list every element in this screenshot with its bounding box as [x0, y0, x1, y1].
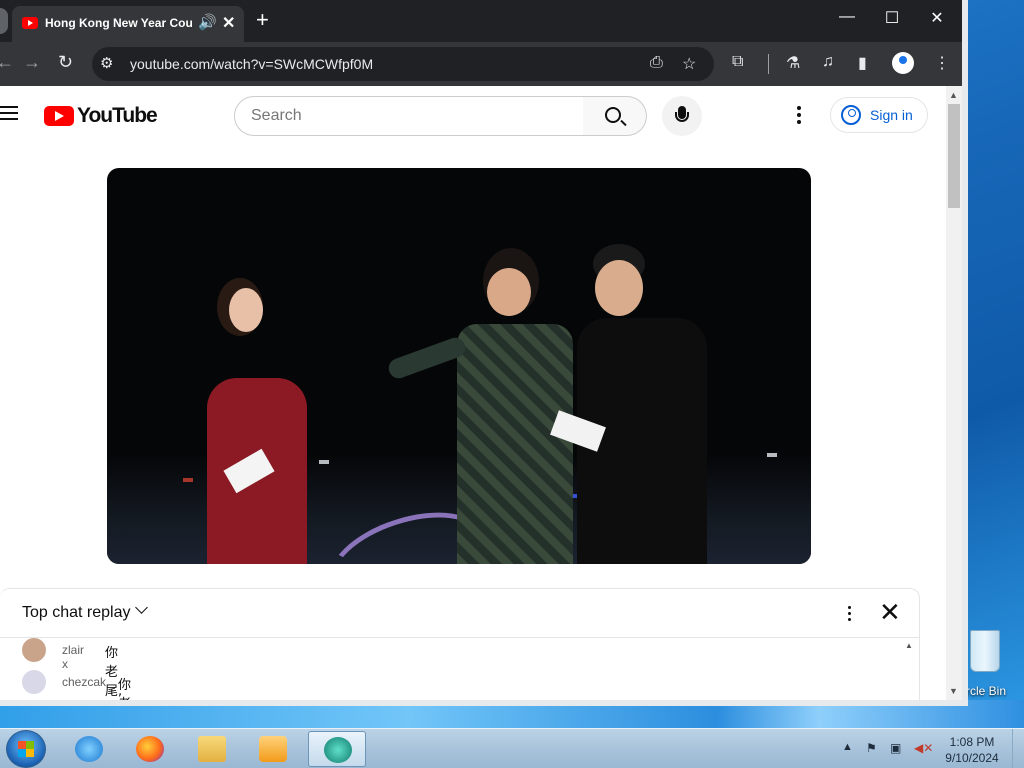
- clock-date: 9/10/2024: [945, 751, 999, 765]
- bookmark-star-icon[interactable]: ☆: [682, 54, 696, 74]
- browser-window: Hong Kong New Year Cour 🔊 ✕ + — ☐ ✕ ← → …: [0, 0, 968, 706]
- recycle-bin-icon: [970, 630, 1000, 672]
- host-center-arm: [385, 334, 469, 382]
- address-bar[interactable]: ⚙ youtube.com/watch?v=SWcMCWfpf0M ⎙ ☆: [92, 47, 714, 81]
- chat-mode-selector[interactable]: Top chat replay: [22, 604, 131, 622]
- browser-toolbar: ← → ↻ ⚙ youtube.com/watch?v=SWcMCWfpf0M …: [0, 42, 962, 86]
- city-light: [767, 453, 777, 457]
- windows-logo-icon: [18, 741, 34, 757]
- taskbar-internet-explorer[interactable]: [60, 731, 118, 767]
- youtube-logo-text: YouTube: [77, 104, 158, 127]
- sign-in-button[interactable]: Sign in: [830, 97, 928, 133]
- site-info-icon[interactable]: ⚙: [100, 54, 113, 72]
- chat-more-options-icon[interactable]: [848, 606, 852, 624]
- active-app-icon: [324, 737, 352, 763]
- city-light: [319, 460, 329, 464]
- scroll-up-icon[interactable]: ▲: [949, 90, 958, 100]
- taskbar-active-app[interactable]: [308, 731, 366, 767]
- scroll-down-icon[interactable]: ▼: [949, 686, 958, 696]
- settings-kebab-icon[interactable]: [797, 106, 801, 127]
- show-desktop-button[interactable]: [1012, 729, 1024, 768]
- chat-divider: [0, 637, 920, 638]
- hamburger-menu-icon[interactable]: [0, 106, 18, 120]
- media-control-icon[interactable]: ♫: [822, 53, 834, 71]
- close-window-button[interactable]: ✕: [917, 8, 957, 28]
- sign-in-label: Sign in: [870, 107, 913, 123]
- live-chat-panel: Top chat replay ✕ ▲ zlair x 你老尾,煙花呢 chez…: [0, 588, 920, 700]
- action-center-flag-icon[interactable]: ⚑: [866, 741, 877, 755]
- media-player-icon: [259, 736, 287, 762]
- network-icon[interactable]: ▣: [890, 741, 901, 755]
- install-app-icon[interactable]: ⎙: [650, 54, 663, 72]
- chat-scroll-up-icon[interactable]: ▲: [905, 641, 913, 650]
- close-chat-icon[interactable]: ✕: [879, 597, 901, 628]
- chrome-menu-icon[interactable]: ⋮: [934, 53, 950, 73]
- taskbar: ▲ ⚑ ▣ ◀✕ 1:08 PM 9/10/2024: [0, 728, 1024, 768]
- forward-arrow-icon[interactable]: →: [23, 52, 41, 73]
- toolbar-separator: [768, 54, 769, 74]
- maximize-button[interactable]: ☐: [872, 8, 912, 28]
- tray-expand-icon[interactable]: ▲: [842, 741, 853, 753]
- title-bar: Hong Kong New Year Cour 🔊 ✕ + — ☐ ✕: [0, 0, 962, 42]
- system-clock[interactable]: 1:08 PM 9/10/2024: [940, 734, 1004, 766]
- host-center-face: [487, 268, 531, 316]
- recycle-bin-label: rcle Bin: [966, 684, 1007, 698]
- taskbar-media-player[interactable]: [244, 731, 302, 767]
- volume-muted-icon[interactable]: ◀✕: [914, 741, 933, 755]
- chat-author[interactable]: zlair x: [62, 643, 84, 671]
- host-left-face: [229, 288, 263, 332]
- close-tab-icon[interactable]: ✕: [222, 13, 235, 33]
- tab-youtube[interactable]: Hong Kong New Year Cour 🔊 ✕: [12, 6, 244, 42]
- new-tab-button[interactable]: +: [256, 8, 269, 32]
- youtube-page: YouTube Sign in: [0, 86, 946, 700]
- chat-author[interactable]: chezcak: [62, 675, 106, 689]
- youtube-play-icon: [44, 106, 74, 126]
- firefox-icon: [136, 736, 164, 762]
- page-scrollbar[interactable]: ▲ ▼: [946, 86, 962, 700]
- extensions-icon[interactable]: ⧉: [732, 53, 743, 71]
- start-button[interactable]: [6, 730, 46, 768]
- chevron-down-icon[interactable]: [135, 601, 148, 614]
- search-button[interactable]: [583, 96, 647, 136]
- clock-time: 1:08 PM: [949, 735, 995, 749]
- tab-title: Hong Kong New Year Cour: [45, 16, 193, 30]
- chat-text: 你老尾,煙花呢: [118, 678, 132, 700]
- back-arrow-icon[interactable]: ←: [0, 52, 14, 73]
- host-right-face: [595, 260, 643, 316]
- minimize-button[interactable]: —: [827, 8, 867, 26]
- taskbar-windows-explorer[interactable]: [183, 731, 241, 767]
- search-input[interactable]: [234, 96, 584, 136]
- chat-avatar[interactable]: [22, 670, 46, 694]
- account-circle-icon: [841, 105, 861, 125]
- url-text[interactable]: youtube.com/watch?v=SWcMCWfpf0M: [130, 56, 373, 72]
- video-player[interactable]: [107, 168, 811, 564]
- microphone-icon: [675, 106, 689, 122]
- taskbar-firefox[interactable]: [121, 731, 179, 767]
- scroll-thumb[interactable]: [948, 104, 960, 208]
- speaker-icon[interactable]: 🔊: [198, 13, 217, 31]
- city-light: [183, 478, 193, 482]
- reload-icon[interactable]: ↻: [58, 52, 73, 73]
- youtube-favicon-icon: [22, 17, 38, 29]
- side-panel-icon[interactable]: ▮: [858, 53, 867, 73]
- labs-flask-icon[interactable]: ⚗: [786, 53, 800, 73]
- host-center-outfit: [457, 324, 573, 564]
- profile-avatar-icon[interactable]: [892, 52, 914, 74]
- folder-icon: [198, 736, 226, 762]
- internet-explorer-icon: [75, 736, 103, 762]
- chat-avatar[interactable]: [22, 638, 46, 662]
- search-icon: [605, 107, 621, 123]
- recycle-bin[interactable]: rcle Bin: [962, 628, 1024, 700]
- previous-tab-edge[interactable]: [0, 8, 8, 34]
- voice-search-button[interactable]: [662, 96, 702, 136]
